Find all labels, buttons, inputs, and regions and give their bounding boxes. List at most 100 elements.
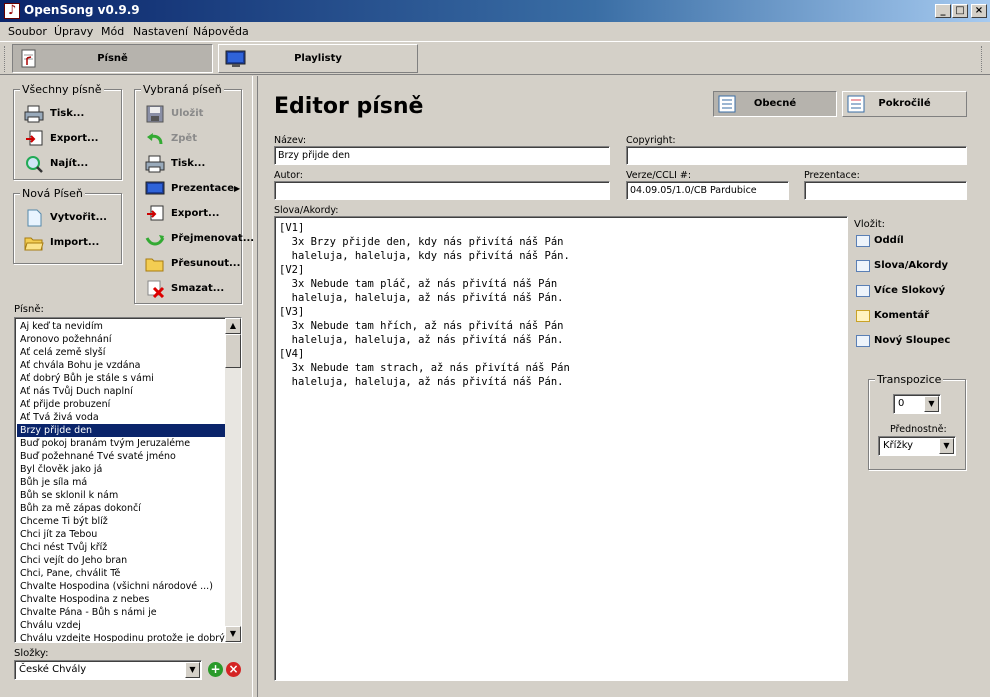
import-button[interactable]: Import... (24, 232, 99, 254)
all-print-button[interactable]: Tisk... (24, 103, 84, 125)
song-list-item[interactable]: Ať nás Tvůj Duch naplní (17, 385, 225, 398)
song-list-item[interactable]: Bůh je síla má (17, 476, 225, 489)
move-button[interactable]: Přesunout... (145, 253, 240, 275)
toolbar-grip-right[interactable] (981, 46, 984, 72)
form-icon (718, 95, 736, 113)
scroll-up-button[interactable]: ▲ (225, 318, 241, 334)
song-print-button[interactable]: Tisk... (145, 153, 205, 175)
song-list-item[interactable]: Brzy přijde den (17, 424, 225, 437)
insert-section-label: Oddíl (874, 235, 904, 246)
song-list-item[interactable]: Chválu vzdej (17, 619, 225, 632)
song-list-item[interactable]: Ať celá země slyší (17, 346, 225, 359)
song-list-item[interactable]: Chceme Ti být blíž (17, 515, 225, 528)
song-list-item[interactable]: Ať dobrý Bůh je stále s vámi (17, 372, 225, 385)
ccli-field[interactable]: 04.09.05/1.0/CB Pardubice (626, 181, 789, 200)
insert-section-button[interactable]: Oddíl (854, 231, 904, 251)
song-list-item[interactable]: Ať Tvá živá voda (17, 411, 225, 424)
tab-playlists[interactable]: Playlisty (218, 44, 418, 73)
menu-help[interactable]: Nápověda (193, 25, 249, 38)
lyrics-editor[interactable]: [V1] 3x Brzy přijde den, kdy nás přivítá… (274, 216, 848, 681)
section-icon (856, 235, 870, 247)
all-export-label: Export... (50, 133, 99, 144)
maximize-button[interactable]: □ (952, 4, 968, 18)
dropdown-arrow-icon[interactable]: ▼ (185, 662, 200, 678)
dropdown-arrow-icon[interactable]: ▼ (939, 438, 954, 454)
copyright-field[interactable] (626, 146, 967, 165)
scroll-down-button[interactable]: ▼ (225, 626, 241, 642)
song-list-scrollbar[interactable]: ▲ ▼ (225, 318, 241, 642)
menu-file[interactable]: Soubor (8, 25, 47, 38)
folders-label: Složky: (14, 648, 49, 659)
main-toolbar: Písně Playlisty (0, 41, 990, 75)
toolbar-grip[interactable] (4, 46, 7, 72)
song-list-item[interactable]: Chci nést Tvůj kříž (17, 541, 225, 554)
song-list-item[interactable]: Bůh za mě zápas dokončí (17, 502, 225, 515)
transpose-select[interactable]: 0 ▼ (893, 394, 941, 414)
name-field[interactable]: Brzy přijde den (274, 146, 610, 165)
new-song-group: Nová Píseň Vytvořit... Import... (13, 187, 122, 264)
folder-select[interactable]: České Chvály ▼ (14, 660, 202, 680)
dropdown-arrow-icon[interactable]: ▼ (924, 396, 939, 412)
remove-folder-button[interactable]: × (226, 662, 241, 677)
tab-advanced[interactable]: Pokročilé (842, 91, 967, 117)
magnifier-icon (26, 156, 43, 173)
song-list-item[interactable]: Chválu vzdejte Hospodinu protože je dobr… (17, 632, 225, 642)
preference-value: Křížky (883, 440, 914, 451)
rename-button[interactable]: Přejmenovat... (145, 228, 254, 250)
monitor-icon (225, 50, 246, 67)
undo-label: Zpět (171, 133, 197, 144)
preference-select[interactable]: Křížky ▼ (878, 436, 956, 456)
tab-general[interactable]: Obecné (713, 91, 837, 117)
song-list-item[interactable]: Chci, Pane, chválit Tě (17, 567, 225, 580)
song-list-item[interactable]: Ať chvála Bohu je vzdána (17, 359, 225, 372)
song-list-item[interactable]: Chvalte Pána - Bůh s námi je (17, 606, 225, 619)
scroll-thumb[interactable] (225, 334, 241, 368)
author-field[interactable] (274, 181, 610, 200)
song-list-item[interactable]: Chci jít za Tebou (17, 528, 225, 541)
save-button[interactable]: Uložit (145, 103, 203, 125)
find-button[interactable]: Najít... (24, 153, 88, 175)
song-export-button[interactable]: Export... (145, 203, 219, 225)
folder-icon (145, 258, 164, 272)
create-button[interactable]: Vytvořit... (24, 207, 107, 229)
menu-mode[interactable]: Mód (101, 25, 124, 38)
folder-select-value: České Chvály (19, 664, 87, 675)
song-list-item[interactable]: Ať přijde probuzení (17, 398, 225, 411)
all-songs-group: Všechny písně Tisk... Export... Najít... (13, 83, 122, 180)
song-list-item[interactable]: Chvalte Hospodina z nebes (17, 593, 225, 606)
copyright-label: Copyright: (626, 135, 676, 146)
insert-more-verses-button[interactable]: Více Slokový (854, 281, 945, 301)
new-song-group-title: Nová Píseň (20, 187, 85, 200)
insert-new-column-button[interactable]: Nový Sloupec (854, 331, 950, 351)
song-list-item[interactable]: Bůh se sklonil k nám (17, 489, 225, 502)
song-list-item[interactable]: Aronovo požehnání (17, 333, 225, 346)
insert-comment-button[interactable]: Komentář (854, 306, 929, 326)
presentation-label: Prezentace: (804, 170, 860, 181)
lyrics-label: Slova/Akordy: (274, 205, 339, 216)
presentation-field[interactable] (804, 181, 967, 200)
song-print-label: Tisk... (171, 158, 206, 169)
printer-icon (145, 155, 165, 173)
menu-edit[interactable]: Úpravy (54, 25, 93, 38)
tab-general-label: Obecné (753, 98, 797, 109)
present-button[interactable]: Prezentace▶ (145, 178, 240, 200)
rename-arrow-icon (145, 235, 165, 246)
close-button[interactable]: × (971, 4, 987, 18)
transpose-title: Transpozice (875, 373, 944, 386)
song-list-item[interactable]: Aj keď ta nevidím (17, 320, 225, 333)
menu-settings[interactable]: Nastavení (133, 25, 188, 38)
song-list-item[interactable]: Byl člověk jako já (17, 463, 225, 476)
song-list-item[interactable]: Chci vejít do Jeho bran (17, 554, 225, 567)
song-list-item[interactable]: Buď pokoj branám tvým Jeruzaléme (17, 437, 225, 450)
words-chords-icon (856, 260, 870, 272)
add-folder-button[interactable]: + (208, 662, 223, 677)
minimize-button[interactable]: _ (935, 4, 951, 18)
all-export-button[interactable]: Export... (24, 128, 98, 150)
insert-words-chords-button[interactable]: Slova/Akordy (854, 256, 948, 276)
song-list-item[interactable]: Buď požehnané Tvé svaté jméno (17, 450, 225, 463)
tab-songs[interactable]: Písně (12, 44, 213, 73)
song-list-item[interactable]: Chvalte Hospodina (všichni národové ...) (17, 580, 225, 593)
undo-button[interactable]: Zpět (145, 128, 197, 150)
song-list[interactable]: Aj keď ta nevidím Aronovo požehnání Ať cel… (14, 317, 242, 643)
delete-button[interactable]: Smazat... (145, 278, 224, 300)
